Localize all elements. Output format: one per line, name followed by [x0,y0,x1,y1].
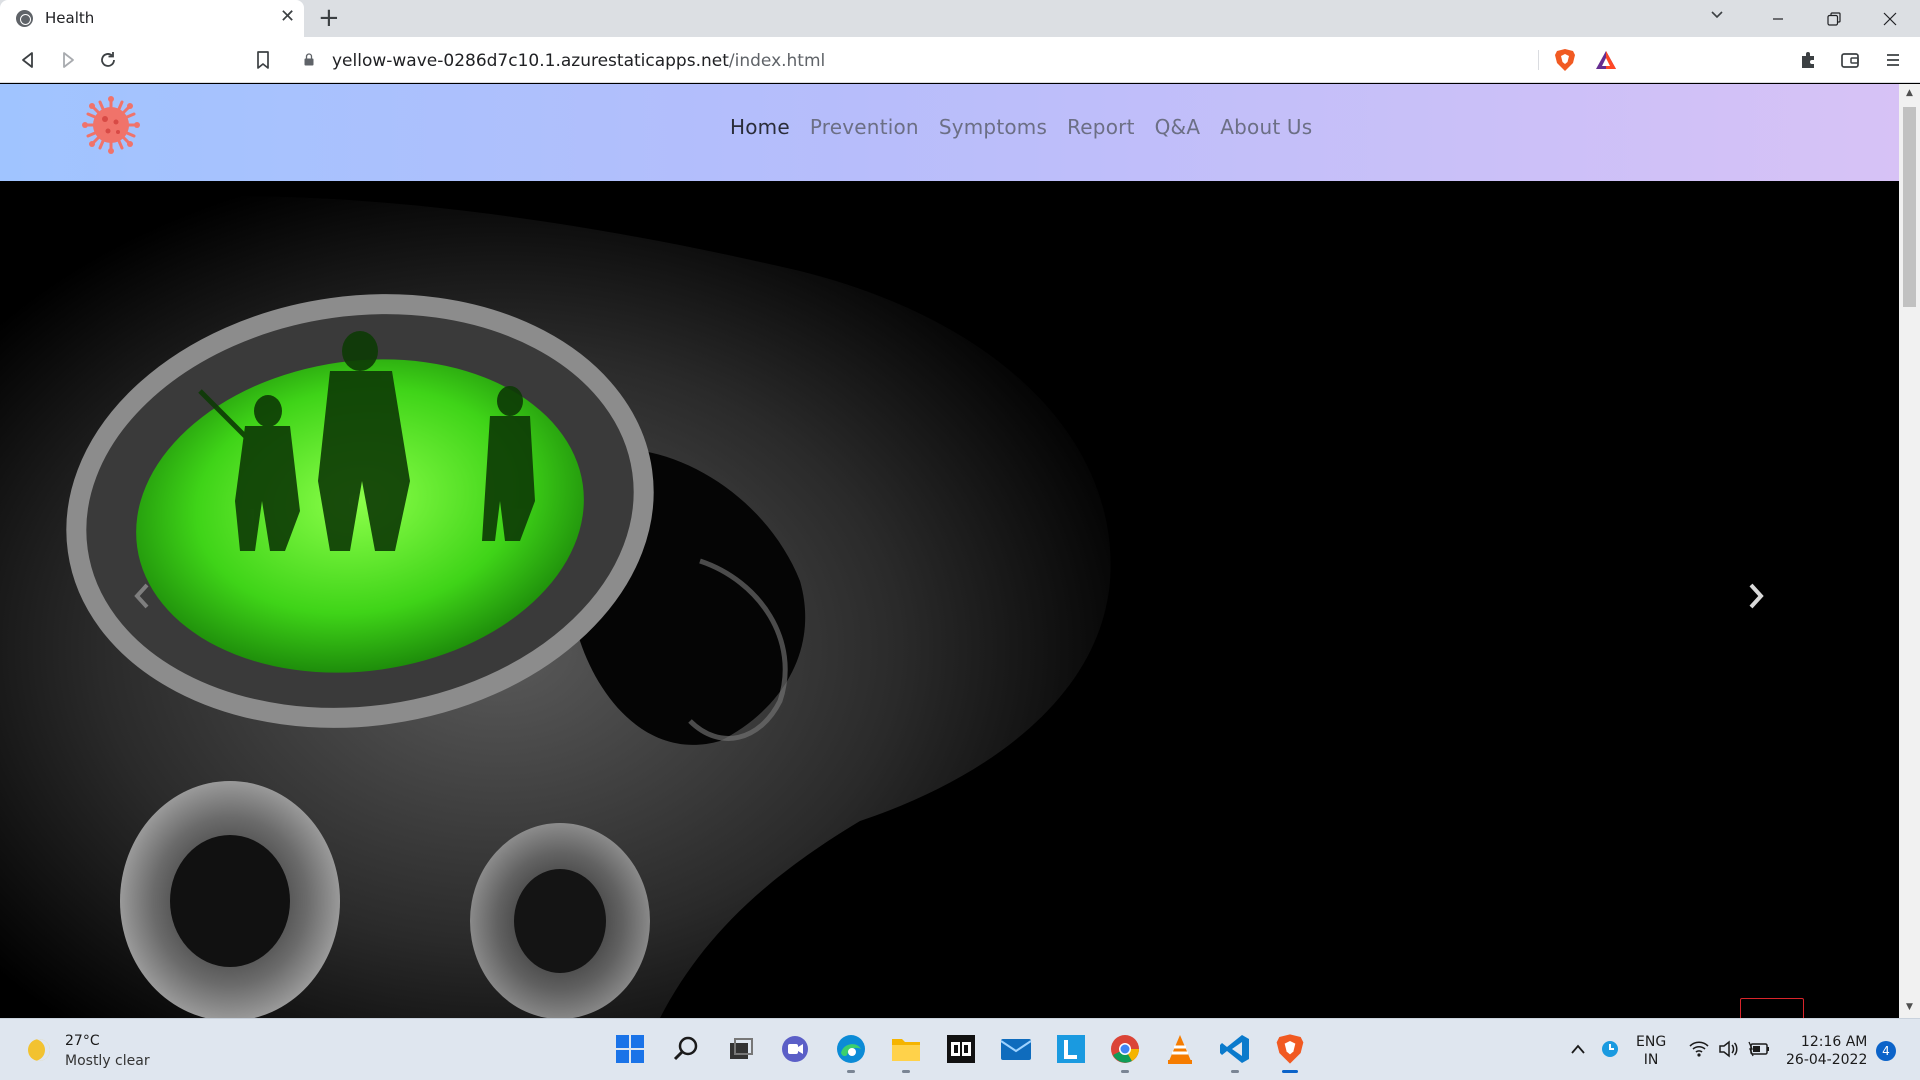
scroll-down-icon[interactable]: ▼ [1899,1002,1920,1012]
nav-links: Home Prevention Symptoms Report Q&A Abou… [720,110,1322,144]
mail-icon[interactable] [998,1031,1034,1067]
brave-browser-icon[interactable] [1266,1026,1314,1073]
clock[interactable]: 12:16 AM 26-04-2022 [1786,1033,1867,1069]
onedrive-clock-icon[interactable] [1601,1040,1619,1058]
url-path: /index.html [728,51,826,71]
virus-logo-icon[interactable] [78,92,144,158]
browser-tab-strip: Health ✕ + [0,0,1920,37]
clock-date: 26-04-2022 [1786,1052,1868,1068]
back-icon[interactable] [15,47,41,73]
nav-about-us[interactable]: About Us [1210,110,1322,144]
volume-icon[interactable] [1718,1040,1738,1058]
edge-icon[interactable] [833,1031,869,1073]
nav-report[interactable]: Report [1057,110,1145,144]
running-indicator [847,1070,855,1073]
carousel-next-icon[interactable] [1736,576,1776,616]
weather-description: Mostly clear [65,1053,150,1069]
new-tab-icon[interactable]: + [318,3,340,33]
tray-overflow-chevron-icon[interactable] [1570,1043,1586,1055]
battery-charging-icon[interactable] [1748,1040,1770,1058]
hero-carousel [0,181,1899,1018]
restore-icon[interactable] [1806,0,1862,37]
tab-search-chevron-icon[interactable] [1710,8,1724,22]
nav-prevention[interactable]: Prevention [800,110,929,144]
wallet-icon[interactable] [1837,47,1863,73]
search-icon[interactable] [668,1031,704,1067]
notification-badge[interactable]: 4 [1876,1041,1896,1061]
globe-icon [16,10,33,27]
minimize-icon[interactable] [1750,0,1806,37]
page-scrollbar[interactable]: ▲ ▼ [1899,84,1920,1018]
nav-symptoms[interactable]: Symptoms [929,110,1057,144]
vlc-icon[interactable] [1162,1031,1198,1067]
lock-icon[interactable] [304,53,314,66]
chrome-icon[interactable] [1107,1031,1143,1073]
running-indicator [902,1070,910,1073]
task-view-icon[interactable] [723,1031,759,1067]
scroll-up-icon[interactable]: ▲ [1899,88,1920,98]
active-indicator [1282,1070,1298,1073]
page-viewport: Home Prevention Symptoms Report Q&A Abou… [0,84,1899,1018]
brave-shields-icon[interactable] [1554,48,1576,72]
start-icon[interactable] [612,1031,648,1067]
url-text[interactable]: yellow-wave-0286d7c10.1.azurestaticapps.… [332,51,825,71]
extensions-icon[interactable] [1795,47,1821,73]
address-bar[interactable]: yellow-wave-0286d7c10.1.azurestaticapps.… [292,42,1628,78]
omnibox-divider [1538,50,1539,70]
teams-chat-icon[interactable] [777,1031,813,1067]
nav-qa[interactable]: Q&A [1145,110,1211,144]
site-navbar: Home Prevention Symptoms Report Q&A Abou… [0,84,1899,181]
wifi-icon[interactable] [1689,1041,1709,1057]
moon-icon [28,1039,50,1061]
dolby-icon[interactable] [943,1031,979,1067]
browser-toolbar: yellow-wave-0286d7c10.1.azurestaticapps.… [0,37,1920,83]
clock-time: 12:16 AM [1800,1034,1868,1050]
menu-icon[interactable] [1880,47,1906,73]
windows-taskbar: 27°C Mostly clear ENG IN 12:16 AM 26-04-… [0,1018,1920,1080]
language-line-2: IN [1643,1052,1659,1068]
url-host: yellow-wave-0286d7c10.1.azurestaticapps.… [332,51,729,71]
language-indicator[interactable]: ENG IN [1636,1033,1666,1069]
nav-home[interactable]: Home [720,110,800,144]
close-tab-icon[interactable]: ✕ [280,7,295,27]
browser-tab[interactable]: Health ✕ [0,0,304,37]
forward-icon[interactable] [55,47,81,73]
file-explorer-icon[interactable] [888,1031,924,1073]
bookmark-icon[interactable] [250,47,276,73]
running-indicator [1121,1070,1129,1073]
gas-mask-image [0,196,1111,1018]
vscode-icon[interactable] [1217,1031,1253,1073]
back-to-top-button[interactable] [1740,998,1804,1018]
weather-temperature: 27°C [65,1033,100,1049]
carousel-prev-icon[interactable] [122,576,162,616]
reload-icon[interactable] [95,47,121,73]
scroll-thumb[interactable] [1903,107,1916,307]
learn-l-icon[interactable] [1053,1031,1089,1067]
tab-title: Health [45,9,95,27]
brave-rewards-icon[interactable] [1595,49,1617,71]
running-indicator [1231,1070,1239,1073]
language-line-1: ENG [1636,1034,1667,1050]
close-window-icon[interactable] [1862,0,1918,37]
